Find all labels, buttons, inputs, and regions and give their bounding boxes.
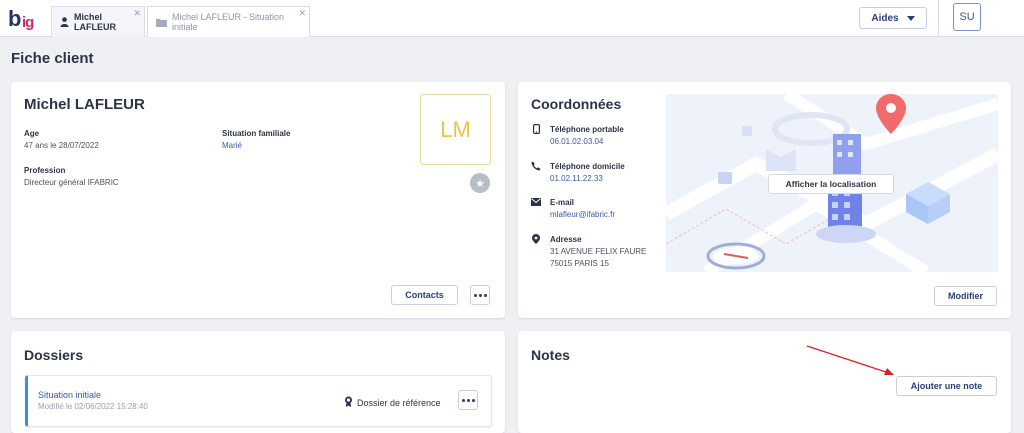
show-location-button[interactable]: Afficher la localisation xyxy=(768,174,894,194)
dossiers-card: Dossiers Situation initiale Modifié le 0… xyxy=(11,331,505,433)
contacts-button[interactable]: Contacts xyxy=(391,285,458,305)
mobile-value[interactable]: 06.01.02.03.04 xyxy=(550,137,603,146)
dossiers-title: Dossiers xyxy=(24,347,84,363)
age-label: Age xyxy=(24,129,40,138)
location-pin-icon xyxy=(531,234,541,244)
mobile-phone-icon xyxy=(531,124,541,134)
award-icon xyxy=(344,396,353,409)
reference-badge: Dossier de référence xyxy=(344,396,441,409)
situation-value: Marié xyxy=(222,141,243,150)
star-icon[interactable]: ★ xyxy=(470,173,490,193)
page-title: Fiche client xyxy=(11,50,94,67)
client-name: Michel LAFLEUR xyxy=(24,96,145,113)
reference-label: Dossier de référence xyxy=(357,397,441,408)
client-card: Michel LAFLEUR Age 47 ans le 28/07/2022 … xyxy=(11,82,505,318)
svg-text:b: b xyxy=(8,6,21,31)
situation-label: Situation familiale xyxy=(222,129,291,138)
age-value: 47 ans le 28/07/2022 xyxy=(24,141,99,150)
edit-button[interactable]: Modifier xyxy=(934,286,997,306)
address-label: Adresse xyxy=(550,235,582,244)
address-line1: 31 AVENUE FELIX FAURE xyxy=(550,247,647,256)
person-icon xyxy=(60,17,69,27)
dossier-more-button[interactable] xyxy=(458,390,478,410)
mobile-label: Téléphone portable xyxy=(550,125,624,134)
more-options-button[interactable] xyxy=(470,285,490,305)
coordonnees-card: Coordonnées Téléphone portable 06.01.02.… xyxy=(518,82,1011,318)
big-logo[interactable]: b ig xyxy=(8,5,46,33)
address-line2: 75015 PARIS 15 xyxy=(550,259,610,268)
add-note-button[interactable]: Ajouter une note xyxy=(896,376,997,396)
email-value[interactable]: mlafleur@ifabric.fr xyxy=(550,210,615,219)
map-illustration: Afficher la localisation xyxy=(666,94,998,272)
dossier-item-modified: Modifié le 02/06/2022 15:28:40 xyxy=(38,402,148,411)
tab-situation[interactable]: Michel LAFLEUR - Situation initiale ✕ xyxy=(147,6,310,37)
profession-label: Profession xyxy=(24,166,66,175)
phone-icon xyxy=(531,161,541,171)
tab-situation-label: Michel LAFLEUR - Situation initiale xyxy=(172,12,285,32)
home-phone-value[interactable]: 01.02.11.22.33 xyxy=(550,174,603,183)
profession-value: Directeur général IFABRIC xyxy=(24,178,119,187)
notes-card: Notes Ajouter une note xyxy=(518,331,1011,433)
dossier-item-title[interactable]: Situation initiale xyxy=(38,390,101,400)
aides-label: Aides xyxy=(871,12,899,24)
top-bar: b ig Michel LAFLEUR ✕ Michel LAFLEUR - S… xyxy=(0,0,1024,37)
home-phone-label: Téléphone domicile xyxy=(550,162,625,171)
close-icon[interactable]: ✕ xyxy=(298,8,306,19)
close-icon[interactable]: ✕ xyxy=(133,8,141,19)
client-avatar: LM xyxy=(420,94,491,165)
aides-button[interactable]: Aides xyxy=(859,7,927,29)
notes-title: Notes xyxy=(531,347,570,363)
tab-client-label: Michel LAFLEUR xyxy=(74,12,116,32)
folder-icon xyxy=(156,18,167,27)
coordonnees-title: Coordonnées xyxy=(531,96,622,112)
caret-down-icon xyxy=(906,15,915,21)
user-avatar-button[interactable]: SU xyxy=(953,3,981,31)
email-label: E-mail xyxy=(550,198,575,207)
tab-client[interactable]: Michel LAFLEUR ✕ xyxy=(51,6,145,37)
mail-icon xyxy=(531,197,541,207)
svg-text:ig: ig xyxy=(22,14,34,31)
annotation-arrow xyxy=(806,345,894,375)
dossier-item[interactable]: Situation initiale Modifié le 02/06/2022… xyxy=(25,375,492,427)
divider xyxy=(938,0,939,37)
